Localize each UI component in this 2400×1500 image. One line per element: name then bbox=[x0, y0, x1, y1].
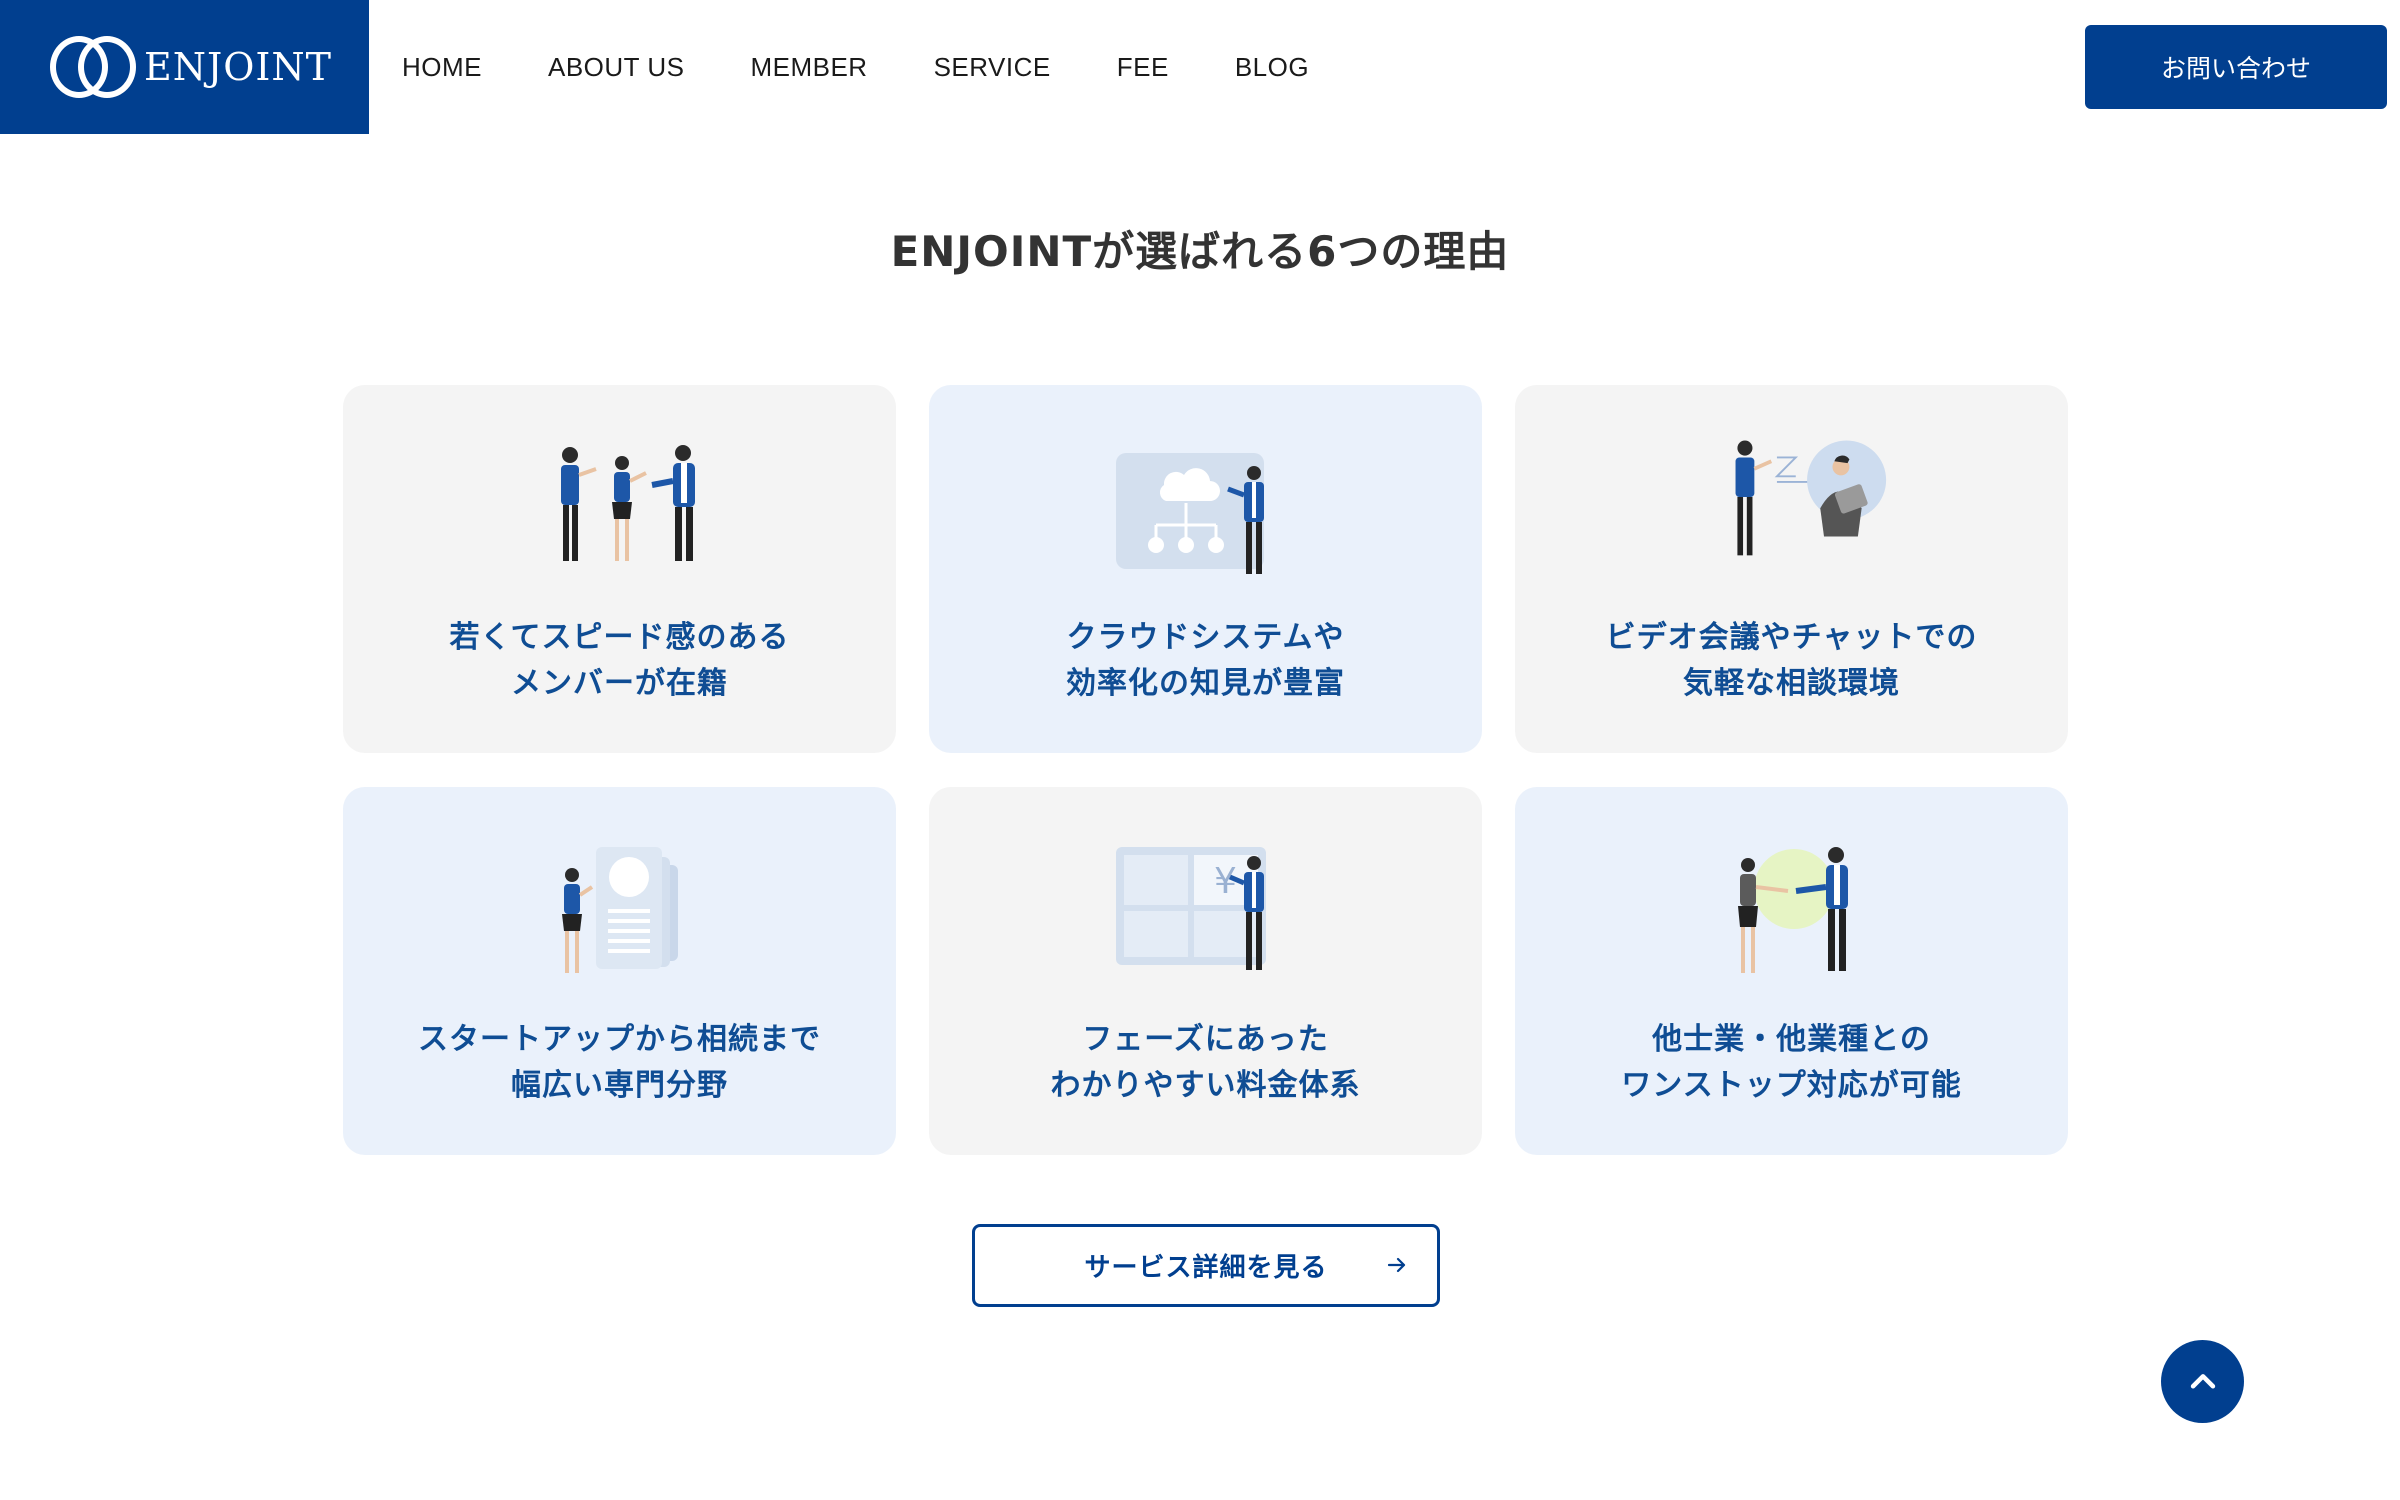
arrow-right-icon bbox=[1387, 1257, 1406, 1273]
nav-about-us[interactable]: ABOUT US bbox=[548, 52, 684, 83]
documents-icon bbox=[561, 847, 678, 973]
contact-button[interactable]: お問い合わせ bbox=[2085, 25, 2387, 109]
site-logo[interactable]: ENJOINT bbox=[0, 0, 369, 134]
nav-fee[interactable]: FEE bbox=[1117, 52, 1169, 83]
video-chat-icon bbox=[1735, 440, 1886, 556]
svg-text:¥: ¥ bbox=[1214, 861, 1237, 902]
reason-text-line2: わかりやすい料金体系 bbox=[1050, 1068, 1361, 1103]
reason-text-line1: 他士業・他業種との bbox=[1652, 1022, 1931, 1057]
reason-text-line1: フェーズにあった bbox=[1082, 1022, 1329, 1057]
handshake-icon bbox=[1737, 847, 1848, 973]
reason-text-line2: 気軽な相談環境 bbox=[1682, 666, 1900, 701]
reason-text-line1: 若くてスピード感のある bbox=[449, 620, 790, 655]
site-header: ENJOINT HOME ABOUT US MEMBER SERVICE FEE… bbox=[0, 0, 2400, 134]
nav-member[interactable]: MEMBER bbox=[750, 52, 867, 83]
main-nav: HOME ABOUT US MEMBER SERVICE FEE BLOG bbox=[402, 0, 1375, 134]
reason-card-cloud-system: クラウドシステムや 効率化の知見が豊富 bbox=[929, 385, 1482, 753]
yen-pricing-icon: ¥ bbox=[1115, 847, 1266, 970]
reason-card-one-stop: 他士業・他業種との ワンストップ対応が可能 bbox=[1515, 787, 2068, 1155]
chevron-up-icon bbox=[2190, 1373, 2215, 1389]
scroll-to-top-button[interactable] bbox=[2161, 1340, 2244, 1423]
reason-text-line2: 効率化の知見が豊富 bbox=[1066, 666, 1345, 701]
reason-card-young-team: 若くてスピード感のある メンバーが在籍 bbox=[343, 385, 896, 753]
nav-blog[interactable]: BLOG bbox=[1235, 52, 1309, 83]
nav-home[interactable]: HOME bbox=[402, 52, 482, 83]
reason-card-expertise: スタートアップから相続まで 幅広い専門分野 bbox=[343, 787, 896, 1155]
reason-text-line2: ワンストップ対応が可能 bbox=[1621, 1068, 1962, 1103]
service-detail-button[interactable]: サービス詳細を見る bbox=[972, 1224, 1440, 1307]
reason-text-line1: ビデオ会議やチャットでの bbox=[1605, 620, 1978, 655]
reasons-grid: 若くてスピード感のある メンバーが在籍 クラウドシステムや 効率化の知見が豊富 bbox=[343, 385, 2069, 1156]
reason-text-line1: スタートアップから相続まで bbox=[418, 1022, 821, 1057]
nav-service[interactable]: SERVICE bbox=[934, 52, 1051, 83]
cloud-system-icon bbox=[1115, 453, 1264, 574]
reason-text-line1: クラウドシステムや bbox=[1066, 620, 1345, 655]
section-title: ENJOINTが選ばれる6つの理由 bbox=[890, 227, 1510, 276]
logo-rings-icon bbox=[50, 36, 136, 98]
logo-text: ENJOINT bbox=[144, 45, 332, 89]
reason-text-line2: 幅広い専門分野 bbox=[511, 1068, 728, 1103]
reason-card-pricing: ¥ フェーズにあった わかりやすい料金体系 bbox=[929, 787, 1482, 1155]
reason-text-line2: メンバーが在籍 bbox=[510, 666, 728, 701]
service-detail-label: サービス詳細を見る bbox=[1084, 1253, 1328, 1283]
reason-card-video-chat: ビデオ会議やチャットでの 気軽な相談環境 bbox=[1515, 385, 2068, 753]
team-people-icon bbox=[560, 445, 695, 561]
